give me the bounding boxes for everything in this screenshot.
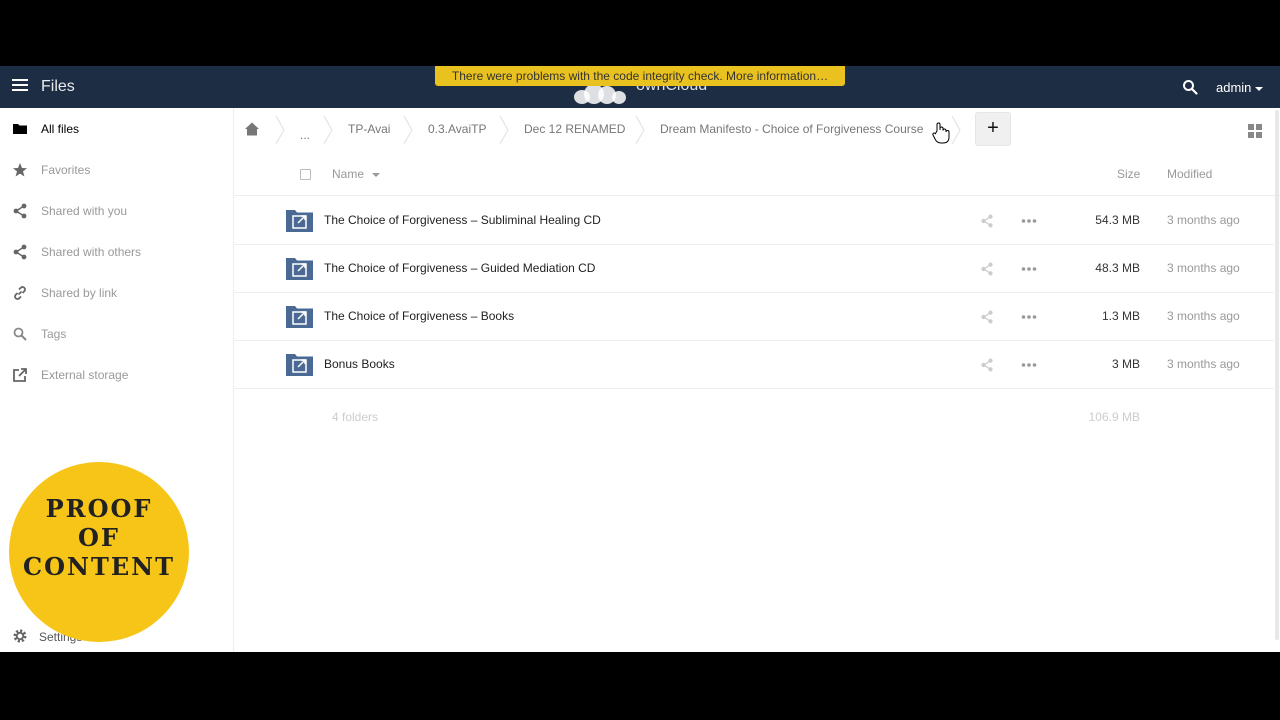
badge-line: CONTENT (23, 552, 175, 581)
file-size: 3 MB (1111, 357, 1140, 371)
shared-folder-icon (286, 258, 313, 280)
star-icon (13, 163, 27, 177)
file-name[interactable]: The Choice of Forgiveness – Books (324, 309, 514, 323)
share-icon[interactable] (980, 214, 994, 228)
total-size-summary: 106.9 MB (1088, 410, 1140, 424)
share-icon[interactable] (980, 310, 994, 324)
breadcrumb-item[interactable]: Dec 12 RENAMED (524, 122, 625, 136)
breadcrumb-item[interactable]: 0.3.AvaiTP (428, 122, 486, 136)
hamburger-menu-icon[interactable] (12, 79, 28, 95)
sidebar-item-tags[interactable]: Tags (0, 313, 233, 354)
sidebar-item-favorites[interactable]: Favorites (0, 149, 233, 190)
new-button[interactable]: + (975, 112, 1011, 146)
sidebar-item-shared-with-you[interactable]: Shared with you (0, 190, 233, 231)
modified-column-header[interactable]: Modified (1167, 167, 1212, 181)
more-options-icon[interactable] (1021, 214, 1037, 228)
chevron-right-icon (635, 115, 645, 145)
table-row[interactable]: The Choice of Forgiveness – Subliminal H… (234, 197, 1274, 245)
file-size: 1.3 MB (1101, 309, 1140, 323)
folder-count-summary: 4 folders (332, 410, 379, 424)
user-menu[interactable]: admin (1216, 80, 1264, 95)
chevron-right-icon (403, 115, 413, 145)
file-size: 48.3 MB (1095, 261, 1140, 275)
share-icon (13, 203, 27, 219)
chevron-right-icon (499, 115, 509, 145)
breadcrumb: ... TP-Avai 0.3.AvaiTP Dec 12 RENAMED Dr… (234, 108, 1280, 152)
hand-cursor-icon (932, 122, 950, 144)
file-list-area: ... TP-Avai 0.3.AvaiTP Dec 12 RENAMED Dr… (234, 108, 1280, 652)
more-options-icon[interactable] (1021, 310, 1037, 324)
external-link-icon (13, 368, 27, 382)
sidebar-item-shared-by-link[interactable]: Shared by link (0, 272, 233, 313)
file-name[interactable]: The Choice of Forgiveness – Subliminal H… (324, 213, 601, 227)
sidebar-item-label: External storage (41, 368, 129, 382)
share-icon (13, 244, 27, 260)
sidebar-item-shared-with-others[interactable]: Shared with others (0, 231, 233, 272)
badge-line: PROOF (45, 494, 153, 523)
share-icon[interactable] (980, 262, 994, 276)
file-name[interactable]: The Choice of Forgiveness – Guided Media… (324, 261, 595, 275)
column-label: Name (332, 167, 365, 181)
table-row[interactable]: Bonus Books 3 MB 3 months ago (234, 341, 1274, 389)
file-modified: 3 months ago (1167, 357, 1240, 371)
more-options-icon[interactable] (1021, 358, 1037, 372)
chevron-right-icon (275, 115, 285, 145)
search-icon (13, 327, 27, 341)
file-name[interactable]: Bonus Books (324, 357, 395, 371)
proof-of-content-badge: PROOF OF CONTENT (9, 462, 189, 642)
badge-line: OF (78, 523, 120, 552)
file-modified: 3 months ago (1167, 213, 1240, 227)
size-column-header[interactable]: Size (1117, 167, 1140, 181)
chevron-right-icon (323, 115, 333, 145)
more-options-icon[interactable] (1021, 262, 1037, 276)
breadcrumb-ellipsis[interactable]: ... (300, 128, 310, 142)
link-icon (14, 286, 26, 300)
file-size: 54.3 MB (1095, 213, 1140, 227)
sidebar-item-label: Favorites (41, 163, 91, 177)
file-list-header: Name Size Modified (234, 152, 1280, 196)
user-name: admin (1216, 80, 1252, 95)
search-icon[interactable] (1182, 79, 1198, 95)
file-modified: 3 months ago (1167, 261, 1240, 275)
sidebar-item-all-files[interactable]: All files (0, 108, 233, 149)
sidebar-item-label: Tags (41, 327, 67, 341)
sidebar-item-external-storage[interactable]: External storage (0, 354, 233, 395)
share-icon[interactable] (980, 358, 994, 372)
sidebar-item-label: Shared with others (41, 245, 142, 259)
integrity-warning-banner[interactable]: There were problems with the code integr… (435, 66, 845, 86)
gear-icon (13, 629, 27, 643)
top-header: Files ownCloud There were problems with … (0, 66, 1280, 108)
chevron-down-icon (1255, 86, 1264, 91)
select-all-checkbox[interactable] (300, 169, 311, 180)
file-modified: 3 months ago (1167, 309, 1240, 323)
sidebar-item-label: Shared with you (41, 204, 128, 218)
breadcrumb-item[interactable]: TP-Avai (348, 122, 390, 136)
shared-folder-icon (286, 306, 313, 328)
scrollbar[interactable] (1275, 110, 1279, 640)
home-icon[interactable] (244, 121, 260, 137)
sidebar-item-label: All files (41, 122, 80, 136)
app-name[interactable]: Files (41, 78, 75, 96)
chevron-right-icon (951, 115, 961, 145)
breadcrumb-current[interactable]: Dream Manifesto - Choice of Forgiveness … (660, 122, 923, 136)
folder-icon (13, 124, 27, 134)
shared-folder-icon (286, 210, 313, 232)
table-row[interactable]: The Choice of Forgiveness – Books 1.3 MB… (234, 293, 1274, 341)
grid-view-icon[interactable] (1248, 124, 1262, 138)
shared-folder-icon (286, 354, 313, 376)
name-column-header[interactable]: Name (332, 167, 381, 181)
sidebar-item-label: Shared by link (41, 286, 118, 300)
sort-caret-icon (372, 172, 381, 177)
table-row[interactable]: The Choice of Forgiveness – Guided Media… (234, 245, 1274, 293)
owncloud-window: Files ownCloud There were problems with … (0, 66, 1280, 652)
